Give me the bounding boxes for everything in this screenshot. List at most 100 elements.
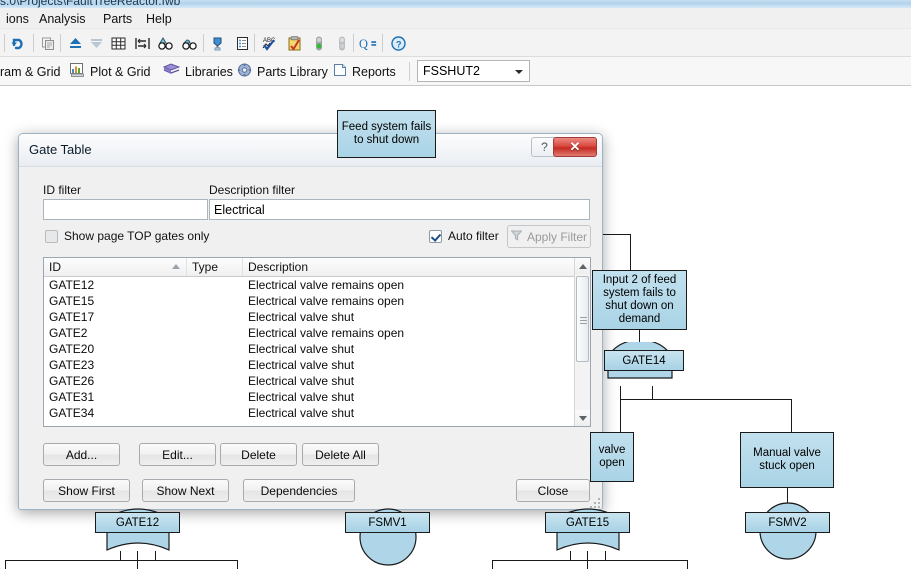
table-row[interactable]: GATE23 Electrical valve shut (44, 357, 590, 373)
table-row[interactable]: GATE34 Electrical valve shut (44, 405, 590, 421)
chevron-down-icon (515, 70, 523, 74)
show-top-gates-checkbox[interactable]: Show page TOP gates only (45, 229, 209, 243)
application-window: s.0\Projects\FaultTreeReactor.fwb ions A… (0, 0, 911, 569)
top-event-node[interactable]: Feed system fails to shut down (337, 110, 436, 158)
move-up-icon[interactable] (65, 33, 86, 54)
dialog-titlebar[interactable]: Gate Table ? ✕ (19, 134, 602, 166)
tab-parts-library[interactable]: Parts Library (237, 62, 328, 81)
undo-icon[interactable] (8, 33, 29, 54)
find-next-icon[interactable] (179, 33, 200, 54)
window-title: s.0\Projects\FaultTreeReactor.fwb (0, 0, 181, 8)
add-button[interactable]: Add... (43, 443, 120, 466)
menu-item-parts[interactable]: Parts (99, 11, 136, 27)
scrollbar-thumb[interactable] (576, 276, 589, 362)
close-button[interactable]: Close (516, 479, 590, 502)
table-row[interactable]: GATE17 Electrical valve shut (44, 309, 590, 325)
funnel-icon (510, 230, 523, 244)
gate14-label[interactable]: GATE14 (604, 350, 684, 371)
connector-line (237, 560, 238, 569)
electrical-valve-node[interactable]: valve open (590, 432, 634, 482)
grid-icon[interactable] (108, 33, 129, 54)
manual-valve-node[interactable]: Manual valve stuck open (740, 432, 834, 488)
scrollbar-grip-icon (580, 317, 587, 324)
traffic-light-green-icon[interactable] (308, 33, 329, 54)
table-row[interactable]: GATE20 Electrical valve shut (44, 341, 590, 357)
auto-filter-checkbox[interactable]: Auto filter (429, 229, 499, 243)
tab-libraries-label: Libraries (185, 64, 233, 79)
cell-id: GATE26 (49, 374, 95, 388)
svg-text:?: ? (396, 40, 402, 50)
spellcheck-icon[interactable]: ABC (259, 33, 280, 54)
dependencies-button[interactable]: Dependencies (243, 479, 355, 502)
tab-reports-label: Reports (352, 64, 396, 79)
gate-table[interactable]: ID Type Description GATE12 Electrical va… (43, 257, 591, 427)
table-row[interactable]: GATE12 Electrical valve remains open (44, 277, 590, 293)
toolbar-separator (353, 34, 354, 52)
table-row[interactable]: GATE26 Electrical valve shut (44, 373, 590, 389)
align-icon[interactable] (132, 33, 153, 54)
tab-reports[interactable]: Reports (333, 62, 396, 81)
fsmv1-label[interactable]: FSMV1 (345, 512, 430, 533)
tab-plot-grid-label: Plot & Grid (90, 64, 151, 79)
find-icon[interactable] (155, 33, 176, 54)
delete-all-button[interactable]: Delete All (302, 443, 379, 466)
show-top-gates-box[interactable] (45, 229, 58, 243)
auto-filter-label: Auto filter (448, 229, 499, 243)
libraries-icon (162, 63, 181, 80)
dialog-body: ID filter Description filter Show page T… (19, 166, 602, 509)
menu-item-analysis[interactable]: Analysis (35, 11, 90, 27)
plot-grid-icon (70, 63, 85, 80)
gate15-label[interactable]: GATE15 (545, 512, 630, 533)
move-down-icon[interactable] (86, 33, 107, 54)
tab-libraries[interactable]: Libraries (162, 62, 233, 81)
table-row[interactable]: GATE2 Electrical valve remains open (44, 325, 590, 341)
apply-filter-button[interactable]: Apply Filter (507, 225, 591, 248)
paint-icon[interactable] (208, 33, 229, 54)
connector-line (5, 560, 6, 569)
menu-bar: ions Analysis Parts Help (0, 8, 911, 29)
svg-text:Q: Q (359, 37, 368, 51)
scroll-up-icon[interactable] (575, 258, 590, 274)
id-filter-input[interactable] (43, 199, 208, 220)
auto-filter-box[interactable] (429, 229, 442, 243)
connector-line (687, 560, 688, 569)
tab-diagram-grid-label: ram & Grid (0, 64, 61, 79)
help-icon[interactable]: ? (388, 33, 409, 54)
tab-plot-grid[interactable]: Plot & Grid (70, 62, 150, 81)
gate12-label[interactable]: GATE12 (95, 512, 180, 533)
properties-icon[interactable] (232, 33, 253, 54)
validate-icon[interactable] (284, 33, 305, 54)
edit-button[interactable]: Edit... (139, 443, 216, 466)
reports-icon (333, 63, 347, 80)
page-select[interactable]: FSSHUT2 (417, 60, 530, 82)
cell-description: Electrical valve shut (248, 342, 355, 356)
table-row[interactable]: GATE15 Electrical valve remains open (44, 293, 590, 309)
parts-library-icon (237, 63, 252, 80)
table-row[interactable]: GATE31 Electrical valve shut (44, 389, 590, 405)
toolbar-separator (4, 34, 5, 52)
close-icon[interactable]: ✕ (553, 137, 597, 157)
show-next-button[interactable]: Show Next (142, 479, 229, 502)
page-select-value: FSSHUT2 (423, 64, 480, 78)
scroll-down-icon[interactable] (575, 410, 590, 426)
query-icon[interactable]: Q (358, 33, 379, 54)
sort-ascending-icon (172, 264, 180, 269)
input2-node[interactable]: Input 2 of feed system fails to shut dow… (592, 270, 687, 330)
shortcut-bar-separator (409, 62, 410, 81)
table-body: GATE12 Electrical valve remains open GAT… (44, 277, 590, 426)
description-filter-input[interactable] (209, 199, 590, 220)
column-header-type[interactable]: Type (187, 258, 243, 276)
show-first-button[interactable]: Show First (43, 479, 130, 502)
cell-id: GATE34 (49, 406, 95, 420)
menu-item-help[interactable]: Help (142, 11, 176, 27)
fsmv2-label[interactable]: FSMV2 (745, 512, 830, 533)
column-header-description[interactable]: Description (243, 258, 590, 276)
tab-diagram-grid[interactable]: ram & Grid (0, 62, 60, 81)
traffic-light-gray-icon[interactable] (331, 33, 352, 54)
dialog-title: Gate Table (29, 142, 92, 157)
delete-button[interactable]: Delete (220, 443, 297, 466)
menu-item-options[interactable]: ions (2, 11, 33, 27)
table-vertical-scrollbar[interactable] (574, 258, 590, 426)
column-header-id[interactable]: ID (44, 258, 187, 276)
copy-icon[interactable] (38, 33, 59, 54)
